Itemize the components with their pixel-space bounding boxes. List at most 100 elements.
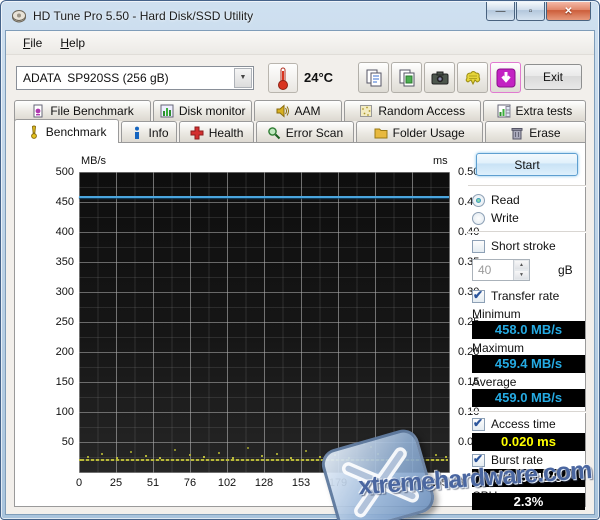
maximize-button[interactable]: ▫: [516, 2, 545, 21]
burst-rate-value: 232.5 MB/s: [472, 469, 585, 487]
file-benchmark-icon: [33, 104, 43, 118]
tab-label: Disk monitor: [178, 104, 246, 118]
toolbar: ADATA SP920SS (256 gB) ▼ 24°C Exit: [6, 56, 594, 99]
tab-label: Erase: [529, 125, 561, 140]
close-button[interactable]: ✕: [546, 2, 591, 21]
tab-aam[interactable]: AAM: [254, 100, 342, 121]
chevron-down-icon[interactable]: ▼: [234, 67, 252, 88]
tab-random-access[interactable]: Random Access: [343, 100, 481, 121]
stepper-up-icon[interactable]: ▲: [514, 260, 529, 270]
access-time-option[interactable]: ✔ Access time: [472, 416, 556, 431]
access-time-dots: [79, 459, 81, 461]
drive-select[interactable]: ADATA SP920SS (256 gB) ▼: [16, 65, 254, 90]
tab-disk-monitor[interactable]: Disk monitor: [153, 100, 253, 121]
x-tick: 153: [291, 477, 311, 489]
copy-image-button[interactable]: [391, 62, 422, 93]
y-tick: 250: [55, 316, 74, 328]
health-cross-icon: [190, 126, 204, 139]
short-stroke-label: Short stroke: [491, 239, 556, 253]
info-icon: [134, 126, 139, 139]
y-tick: 500: [55, 166, 74, 178]
start-button[interactable]: Start: [476, 153, 578, 176]
title-bar[interactable]: HD Tune Pro 5.50 - Hard Disk/SSD Utility…: [1, 1, 599, 30]
thermometer-icon: [278, 67, 288, 90]
capacity-stepper[interactable]: 40 ▲ ▼: [472, 259, 530, 281]
copy-text-button[interactable]: [358, 62, 389, 93]
benchmark-panel: MB/s ms 500 450 400 350 300 250 200 150 …: [14, 142, 586, 510]
y-tick: 200: [55, 346, 74, 358]
y-tick: 300: [55, 286, 74, 298]
x-tick: 76: [183, 477, 197, 489]
transfer-rate-option[interactable]: ✔ Transfer rate: [472, 287, 559, 303]
tab-label: Random Access: [378, 104, 466, 118]
tab-label: File Benchmark: [50, 104, 134, 118]
read-option[interactable]: Read: [472, 193, 520, 207]
menu-help[interactable]: Help: [51, 33, 94, 53]
update-download-button[interactable]: [490, 62, 521, 93]
x-tick: 255 gB: [429, 477, 465, 489]
disk-monitor-icon: [160, 104, 174, 118]
tab-info[interactable]: Info: [121, 121, 177, 143]
check-icon: ✔: [473, 287, 484, 302]
x-tick: 25: [109, 477, 123, 489]
exit-button[interactable]: Exit: [524, 64, 582, 90]
short-stroke-checkbox[interactable]: [472, 239, 485, 253]
app-icon: [12, 9, 26, 22]
copy-image-icon: [399, 69, 414, 86]
x-tick: 179: [328, 477, 348, 489]
temperature-value: 24°C: [304, 70, 334, 85]
read-radio[interactable]: [472, 193, 485, 207]
x-tick: 204: [365, 477, 385, 489]
separator: [468, 231, 586, 233]
tab-erase[interactable]: Erase: [484, 121, 587, 143]
drive-select-value: ADATA SP920SS (256 gB): [23, 70, 169, 85]
tab-file-benchmark[interactable]: File Benchmark: [14, 100, 152, 121]
tab-label: Extra tests: [515, 104, 573, 118]
benchmark-icon: [30, 125, 37, 139]
hd-tune-window: HD Tune Pro 5.50 - Hard Disk/SSD Utility…: [0, 0, 600, 520]
tab-extra-tests[interactable]: Extra tests: [482, 100, 587, 121]
transfer-rate-checkbox[interactable]: ✔: [472, 287, 485, 303]
copy-text-icon: [366, 69, 381, 86]
benchmark-chart: [79, 172, 450, 473]
tab-error-scan[interactable]: Error Scan: [256, 121, 354, 143]
average-value: 459.0 MB/s: [472, 389, 585, 407]
minimum-label: Minimum: [472, 307, 521, 321]
tab-health[interactable]: Health: [178, 121, 255, 143]
folder-icon: [374, 128, 388, 138]
burst-rate-checkbox[interactable]: ✔: [472, 452, 485, 467]
minimize-button[interactable]: —: [486, 2, 515, 21]
x-tick: 51: [146, 477, 160, 489]
y-tick: 350: [55, 256, 74, 268]
write-label: Write: [491, 211, 519, 225]
write-option[interactable]: Write: [472, 211, 519, 225]
tab-label: Error Scan: [285, 125, 344, 140]
stepper-down-icon[interactable]: ▼: [514, 270, 529, 280]
speaker-icon: [276, 104, 289, 118]
short-stroke-option[interactable]: Short stroke: [472, 239, 556, 253]
y-left-axis-unit: MB/s: [81, 155, 107, 167]
tab-folder-usage[interactable]: Folder Usage: [355, 121, 483, 143]
access-time-checkbox[interactable]: ✔: [472, 416, 485, 431]
tab-benchmark[interactable]: Benchmark: [14, 119, 120, 143]
trash-icon: [511, 127, 523, 139]
menu-file[interactable]: File: [14, 33, 51, 53]
burst-rate-option[interactable]: ✔ Burst rate: [472, 452, 543, 467]
tab-row-secondary: File Benchmark Disk monitor AAM Random A…: [14, 100, 587, 121]
average-label: Average: [472, 375, 517, 389]
capacity-value: 40: [478, 263, 492, 277]
temperature-button[interactable]: [268, 62, 298, 93]
save-icon: [465, 70, 480, 85]
write-radio[interactable]: [472, 211, 485, 225]
capacity-unit: gB: [558, 263, 573, 277]
save-button[interactable]: [457, 62, 488, 93]
tab-label: Info: [148, 125, 169, 140]
y-tick: 400: [55, 226, 74, 238]
tab-label: Folder Usage: [392, 125, 465, 140]
maximum-label: Maximum: [472, 341, 525, 355]
camera-icon: [431, 71, 448, 84]
x-tick: 230: [402, 477, 422, 489]
screenshot-button[interactable]: [424, 62, 455, 93]
y-tick: 50: [61, 436, 74, 448]
tab-label: Health: [208, 125, 244, 140]
